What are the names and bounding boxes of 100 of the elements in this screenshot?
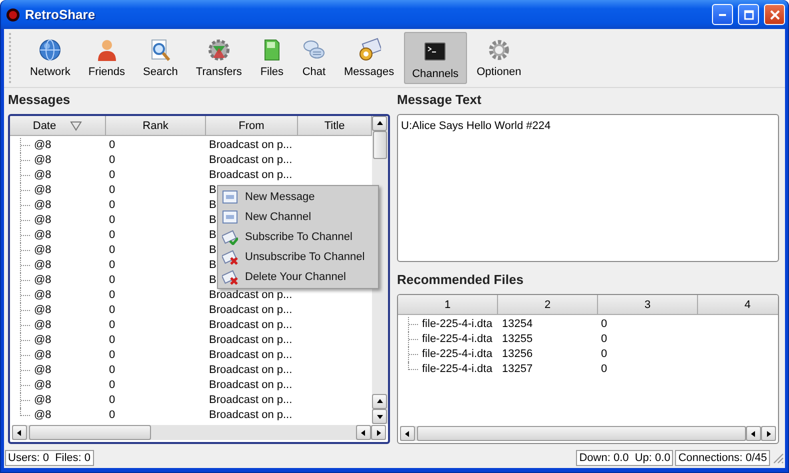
table-cell: 0 (109, 183, 116, 198)
table-cell: 0 (109, 273, 116, 288)
tree-line (408, 332, 418, 347)
envelope-cross-icon (222, 249, 238, 265)
toolbar-button[interactable]: Optionen (468, 33, 530, 83)
table-cell: B (209, 273, 216, 288)
table-cell: 0 (601, 362, 608, 377)
panel-title: Messages (8, 91, 72, 109)
table-cell: @8 (34, 183, 52, 198)
table-cell: B (209, 183, 216, 198)
table-cell: 0 (109, 243, 116, 258)
table-cell: @8 (34, 273, 52, 288)
table-cell: file-225-4-i.dta (422, 362, 492, 377)
menu-item[interactable]: Delete Your Channel (218, 267, 378, 287)
close-button[interactable] (764, 4, 785, 25)
table-cell: Broadcast on p... (209, 348, 292, 363)
tree-line (20, 348, 30, 363)
column-header[interactable]: 1 (398, 295, 498, 315)
column-header[interactable]: 3 (598, 295, 698, 315)
table-cell: Broadcast on p... (209, 333, 292, 348)
scroll-thumb[interactable] (373, 131, 387, 159)
table-cell: file-225-4-i.dta (422, 332, 492, 347)
menu-item[interactable]: New Channel (218, 207, 378, 227)
table-cell: B (209, 258, 216, 273)
table-cell: Broadcast on p... (209, 288, 292, 303)
toolbar-button[interactable]: Network (22, 33, 78, 83)
scroll-left-button[interactable] (356, 425, 371, 440)
column-header[interactable]: Date (10, 116, 106, 136)
scroll-down-button[interactable] (372, 409, 387, 424)
scroll-thumb[interactable] (417, 426, 746, 441)
tree-line (20, 258, 30, 273)
tree-line (20, 183, 30, 198)
table-cell: B (209, 243, 216, 258)
envelope-check-icon (222, 229, 238, 245)
table-cell: Broadcast on p... (209, 138, 292, 153)
scroll-right-button[interactable] (371, 425, 386, 440)
toolbar-button[interactable]: Messages (336, 33, 402, 83)
close-icon (770, 10, 780, 20)
gears-icon (206, 38, 231, 62)
tree-line (20, 198, 30, 213)
table-cell: 0 (109, 318, 116, 333)
tree-line (20, 213, 30, 228)
table-cell: 0 (109, 138, 116, 153)
table-cell: 0 (109, 168, 116, 183)
column-header[interactable]: From (206, 116, 298, 136)
tree-line (20, 378, 30, 393)
minimize-button[interactable] (712, 4, 733, 25)
panel-title: Message Text (397, 91, 482, 109)
status-text: Users: 0 Files: 0 (5, 450, 94, 466)
table-cell: 13255 (502, 332, 533, 347)
table-cell: 0 (109, 198, 116, 213)
table-cell: @8 (34, 213, 52, 228)
table-cell: Broadcast on p... (209, 303, 292, 318)
table-cell: 0 (109, 303, 116, 318)
column-header[interactable]: 4 (698, 295, 778, 315)
tree-line (20, 153, 30, 168)
maximize-icon (744, 10, 754, 20)
table-cell: @8 (34, 153, 52, 168)
tree-line (20, 303, 30, 318)
toolbar-button[interactable]: Channels (404, 32, 467, 84)
page-icon (222, 209, 238, 225)
table-cell: 0 (109, 393, 116, 408)
toolbar-button[interactable]: Chat (294, 33, 334, 83)
tree-line (20, 333, 30, 348)
message-text-box[interactable]: U:Alice Says Hello World #224 (397, 114, 779, 262)
status-text: Down: 0.0 Up: 0.0 (576, 450, 674, 466)
menu-item[interactable]: Unsubscribe To Channel (218, 247, 378, 267)
toolbar-button[interactable]: Friends (80, 33, 134, 83)
menu-item[interactable]: New Message (218, 187, 378, 207)
tree-line (20, 273, 30, 288)
column-header[interactable]: Rank (106, 116, 206, 136)
tree-line (20, 288, 30, 303)
scroll-up-button[interactable] (372, 394, 387, 409)
scroll-thumb[interactable] (29, 425, 151, 440)
table-cell: Broadcast on p... (209, 318, 292, 333)
table-cell: 13256 (502, 347, 533, 362)
table-cell: Broadcast on p... (209, 393, 292, 408)
menu-item[interactable]: Subscribe To Channel (218, 227, 378, 247)
tree-line (408, 317, 418, 332)
toolbar-button[interactable]: Transfers (188, 33, 250, 83)
table-cell: @8 (34, 228, 52, 243)
table-cell: 0 (109, 348, 116, 363)
table-cell: @8 (34, 363, 52, 378)
table-cell: 13254 (502, 317, 533, 332)
scroll-left-button[interactable] (12, 425, 27, 440)
scroll-right-button[interactable] (761, 426, 776, 441)
scroll-up-button[interactable] (372, 116, 387, 131)
table-cell: 0 (109, 408, 116, 423)
scroll-left-button[interactable] (746, 426, 761, 441)
scroll-left-button[interactable] (400, 426, 415, 441)
table-cell: 0 (109, 378, 116, 393)
column-header[interactable]: 2 (498, 295, 598, 315)
table-cell: 0 (109, 333, 116, 348)
toolbar-button[interactable]: Search (135, 33, 186, 83)
table-cell: 0 (601, 347, 608, 362)
toolbar-button[interactable]: Files (252, 33, 292, 83)
tree-line (20, 138, 30, 153)
maximize-button[interactable] (738, 4, 759, 25)
table-cell: @8 (34, 333, 52, 348)
toolbar-grip[interactable] (9, 33, 14, 83)
